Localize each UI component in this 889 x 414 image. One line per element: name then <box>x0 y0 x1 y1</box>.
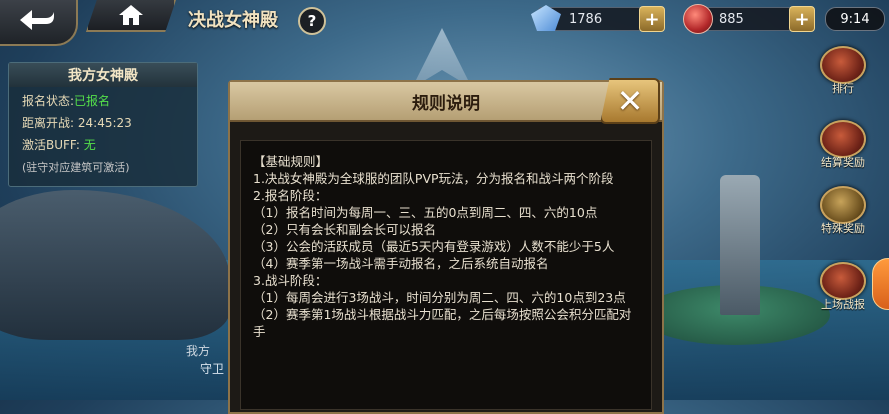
treasure-chest-icon <box>820 120 866 158</box>
countdown-row: 距离开战: 24:45:23 <box>22 114 197 131</box>
help-button[interactable]: ? <box>298 7 326 35</box>
last-battle-report-button[interactable]: 上场战报 <box>814 262 872 312</box>
goddess-tower <box>720 175 760 315</box>
buff-value: 无 <box>83 138 96 152</box>
settlement-reward-label: 结算奖励 <box>821 156 865 169</box>
signup-status-row: 报名状态:已报名 <box>22 92 197 109</box>
page-title: 决战女神殿 <box>188 10 278 31</box>
countdown-label: 距离开战: <box>22 116 75 130</box>
ruby-counter: 885 + <box>683 4 815 34</box>
clock: 9:14 <box>825 7 885 31</box>
last-battle-report-label: 上场战报 <box>821 298 865 311</box>
buff-label: 激活BUFF: <box>22 138 80 152</box>
rule-line: 3.战斗阶段： <box>253 273 328 288</box>
rule-line: （2）赛季第1场战斗根据战斗力匹配，之后每场按照公会积分匹配对手 <box>253 307 632 339</box>
buff-row: 激活BUFF: 无 <box>22 136 197 153</box>
crystal-counter: 1786 + <box>531 5 665 32</box>
buff-note: (驻守对应建筑可激活) <box>22 161 130 174</box>
our-side-label: 我方 <box>186 344 211 358</box>
rule-line: 2.报名阶段： <box>253 188 328 203</box>
ranking-button[interactable]: 排行 <box>814 46 872 96</box>
close-dialog-button[interactable]: ✕ <box>600 78 660 124</box>
add-crystal-button[interactable]: + <box>639 6 665 32</box>
ranking-label: 排行 <box>832 82 854 95</box>
rules-dialog: 规则说明 【基础规则】 1.决战女神殿为全球服的团队PVP玩法，分为报名和战斗两… <box>228 80 664 414</box>
ruby-value: 885 <box>719 11 744 27</box>
home-button[interactable] <box>86 0 176 32</box>
special-reward-label: 特殊奖励 <box>821 222 865 235</box>
left-cliff <box>0 190 230 340</box>
rule-line: （4）赛季第一场战斗需手动报名，之后系统自动报名 <box>253 256 549 271</box>
dialog-header: 规则说明 <box>230 82 662 122</box>
rule-line: 【基础规则】 <box>253 154 329 169</box>
special-chest-icon <box>820 186 866 224</box>
dialog-title: 规则说明 <box>412 93 480 114</box>
side-drawer-tab[interactable] <box>872 258 889 310</box>
ranking-icon <box>820 46 866 84</box>
panel-title: 我方女神殿 <box>9 63 197 87</box>
guard-label: 守卫 <box>200 362 225 376</box>
home-icon <box>119 5 143 25</box>
rule-line: （1）报名时间为每周一、三、五的0点到周二、四、六的10点 <box>253 205 598 220</box>
rule-line: （3）公会的活跃成员（最近5天内有登录游戏）人数不能少于5人 <box>253 239 615 254</box>
add-ruby-button[interactable]: + <box>789 6 815 32</box>
battle-report-icon <box>820 262 866 300</box>
settlement-reward-button[interactable]: 结算奖励 <box>814 120 872 170</box>
rules-text-area[interactable]: 【基础规则】 1.决战女神殿为全球服的团队PVP玩法，分为报名和战斗两个阶段 2… <box>240 140 652 410</box>
rule-line: （2）只有会长和副会长可以报名 <box>253 222 436 237</box>
signup-status-label: 报名状态: <box>22 94 75 108</box>
rule-line: 1.决战女神殿为全球服的团队PVP玩法，分为报名和战斗两个阶段 <box>253 171 614 186</box>
statue-wing <box>412 28 472 88</box>
rule-line: （1）每周会进行3场战斗，时间分别为周二、四、六的10点到23点 <box>253 290 626 305</box>
countdown-value: 24:45:23 <box>77 116 132 130</box>
back-button[interactable] <box>0 0 78 46</box>
signup-status-value: 已报名 <box>74 94 111 108</box>
crystal-value: 1786 <box>569 11 603 27</box>
ruby-icon <box>683 4 713 34</box>
close-icon: ✕ <box>616 82 644 120</box>
special-reward-button[interactable]: 特殊奖励 <box>814 186 872 236</box>
our-goddess-temple-panel: 我方女神殿 报名状态:已报名 距离开战: 24:45:23 激活BUFF: 无 … <box>8 62 198 187</box>
back-arrow-icon <box>20 10 54 30</box>
